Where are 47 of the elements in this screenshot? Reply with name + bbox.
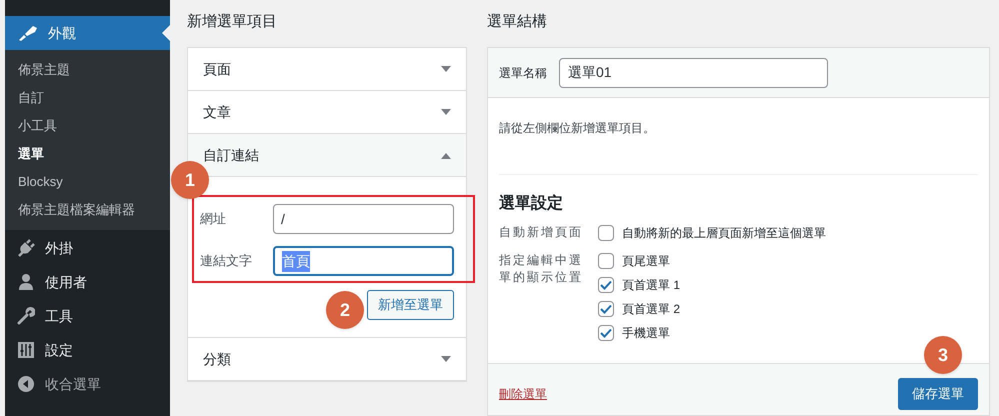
submenu-item[interactable]: 自訂 — [5, 84, 170, 112]
sliders-icon — [17, 341, 35, 359]
section-title: 新增選單項目 — [187, 12, 278, 32]
checkbox[interactable] — [598, 301, 614, 317]
menu-item[interactable]: 工具 — [45, 306, 73, 326]
checkbox[interactable] — [598, 325, 614, 341]
user-icon — [17, 273, 35, 291]
field-label: 網址 — [200, 210, 227, 228]
menu-item[interactable]: 使用者 — [45, 272, 87, 292]
setting-label: 自動新增頁面 — [499, 224, 584, 241]
expand-arrow-icon — [441, 356, 451, 362]
collapse-arrow-icon — [441, 152, 451, 158]
checkbox[interactable] — [598, 225, 614, 241]
collapse-icon[interactable] — [17, 375, 35, 393]
save-menu-button[interactable]: 儲存選單 — [898, 378, 978, 410]
expand-arrow-icon — [441, 66, 451, 72]
checkbox-label: 手機選單 — [622, 325, 670, 342]
submenu-item[interactable]: 小工具 — [5, 112, 170, 140]
menu-item[interactable]: 設定 — [45, 340, 73, 360]
add-to-menu-button[interactable]: 新增至選單 — [367, 290, 454, 320]
settings-title: 選單設定 — [499, 193, 564, 214]
menu-item[interactable]: 收合選單 — [45, 374, 101, 394]
checkbox[interactable] — [598, 277, 614, 293]
submenu-item[interactable]: 佈景主題檔案編輯器 — [5, 196, 170, 224]
section-title: 選單結構 — [487, 12, 548, 32]
menu-item[interactable]: 外觀 — [5, 16, 170, 50]
menu-item[interactable]: 外掛 — [45, 238, 73, 258]
field-label: 選單名稱 — [499, 64, 547, 82]
plug-icon — [17, 239, 35, 257]
checkbox-label: 頁首選單 1 — [622, 277, 680, 294]
checkbox-label: 頁尾選單 — [622, 253, 670, 270]
submenu-item[interactable]: 選單 — [5, 140, 170, 168]
field-label: 連結文字 — [200, 252, 253, 270]
delete-menu-link[interactable]: 刪除選單 — [499, 384, 547, 402]
submenu-item[interactable]: 佈景主題 — [5, 56, 170, 84]
wrench-icon — [17, 307, 35, 325]
setting-label: 指定編輯中選單的顯示位置 — [499, 252, 584, 286]
checkbox-label: 頁首選單 2 — [622, 301, 680, 318]
checkbox[interactable] — [598, 253, 614, 269]
hint-text: 請從左側欄位新增選單項目。 — [499, 98, 978, 175]
expand-arrow-icon — [441, 108, 451, 116]
checkbox-label: 自動將新的最上層頁面新增至這個選單 — [622, 225, 826, 242]
menu-name-field[interactable]: 選單01 — [559, 58, 828, 88]
brush-icon — [18, 24, 38, 42]
submenu-item[interactable]: Blocksy — [5, 168, 170, 196]
input-field[interactable]: / — [273, 204, 454, 234]
step-badge: 1 — [171, 161, 209, 199]
